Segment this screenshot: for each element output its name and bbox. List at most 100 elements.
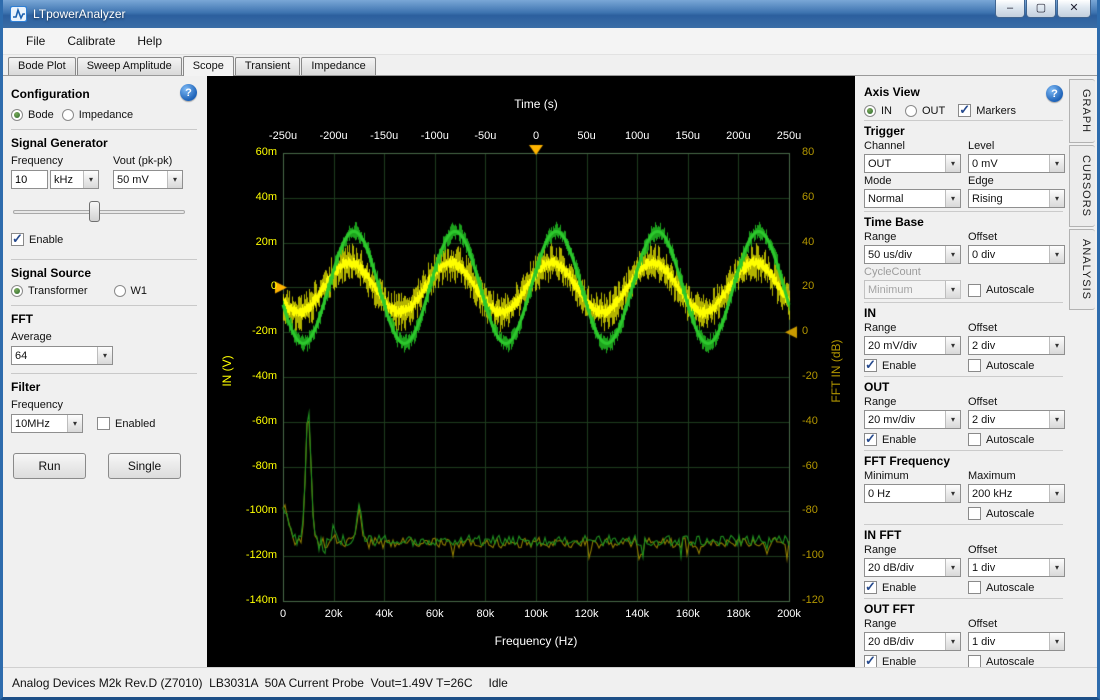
chevron-down-icon: ▾ [945,190,960,207]
checkbox-icon [968,284,981,297]
configuration-title: Configuration [11,87,90,101]
chevron-down-icon: ▾ [67,415,82,432]
tab-sweep-amplitude[interactable]: Sweep Amplitude [77,57,182,75]
amplitude-slider[interactable] [13,201,185,223]
out-fft-autoscale-checkbox[interactable]: Autoscale [968,653,1065,667]
transformer-radio[interactable]: Transformer [11,285,88,297]
in-range-select[interactable]: 20 mV/div ▾ [864,336,961,355]
bode-radio[interactable]: Bode [11,109,54,121]
out-fft-offset-select[interactable]: 1 div ▾ [968,632,1065,651]
time-base-range-label: Range [864,231,961,243]
checkbox-icon [968,507,981,520]
axis-view-out-radio[interactable]: OUT [905,105,945,117]
out-fft-enable-checkbox[interactable]: Enable [864,653,961,667]
close-button[interactable]: ✕ [1057,0,1091,18]
out-range-select[interactable]: 20 mv/div ▾ [864,410,961,429]
signal-generator-enable-checkbox[interactable]: Enable [11,233,63,246]
checkbox-icon [864,359,877,372]
filter-frequency-select[interactable]: 10MHz ▾ [11,414,83,433]
maximize-button[interactable]: ▢ [1026,0,1056,18]
menu-calibrate[interactable]: Calibrate [56,30,126,52]
minimize-button[interactable]: – [995,0,1025,18]
scope-canvas[interactable] [207,76,855,667]
trigger-mode-select[interactable]: Normal ▾ [864,189,961,208]
out-fft-range-label: Range [864,618,961,630]
chevron-down-icon: ▾ [1049,633,1064,650]
axis-view-in-radio[interactable]: IN [864,105,892,117]
markers-checkbox[interactable]: Markers [958,104,1016,117]
chevron-down-icon: ▾ [1049,246,1064,263]
side-tab-analysis[interactable]: ANALYSIS [1069,229,1095,310]
fft-frequency-autoscale-checkbox[interactable]: Autoscale [968,505,1065,521]
in-fft-range-select[interactable]: 20 dB/div ▾ [864,558,961,577]
tab-impedance[interactable]: Impedance [301,57,375,75]
in-enable-checkbox[interactable]: Enable [864,357,961,373]
out-enable-checkbox[interactable]: Enable [864,431,961,447]
chevron-down-icon: ▾ [945,155,960,172]
filter-enabled-checkbox[interactable]: Enabled [97,417,155,430]
w1-radio[interactable]: W1 [114,285,148,297]
in-fft-enable-checkbox[interactable]: Enable [864,579,961,595]
time-base-autoscale-checkbox[interactable]: Autoscale [968,282,1065,298]
menu-file[interactable]: File [15,30,56,52]
trigger-edge-select[interactable]: Rising ▾ [968,189,1065,208]
run-button[interactable]: Run [13,453,86,479]
out-offset-select[interactable]: 2 div ▾ [968,410,1065,429]
tab-bode-plot[interactable]: Bode Plot [8,57,76,75]
divider [11,373,197,374]
out-offset-label: Offset [968,396,1065,408]
tab-strip: Bode Plot Sweep Amplitude Scope Transien… [3,55,1097,76]
app-window: LTpowerAnalyzer – ▢ ✕ File Calibrate Hel… [0,0,1100,700]
fft-maximum-select[interactable]: 200 kHz ▾ [968,484,1065,503]
menu-help[interactable]: Help [126,30,173,52]
in-range-label: Range [864,322,961,334]
time-base-section: Time Base Range Offset 50 us/div ▾ 0 div… [864,211,1063,299]
impedance-radio[interactable]: Impedance [62,109,133,121]
side-tab-cursors[interactable]: CURSORS [1069,145,1095,227]
time-base-offset-select[interactable]: 0 div ▾ [968,245,1065,264]
time-base-range-select[interactable]: 50 us/div ▾ [864,245,961,264]
vout-select[interactable]: 50 mV ▾ [113,170,183,189]
trigger-level-select[interactable]: 0 mV ▾ [968,154,1065,173]
help-icon[interactable]: ? [180,84,197,101]
in-autoscale-checkbox[interactable]: Autoscale [968,357,1065,373]
frequency-input[interactable] [11,170,48,189]
single-button[interactable]: Single [108,453,181,479]
in-fft-autoscale-checkbox[interactable]: Autoscale [968,579,1065,595]
signal-source-title: Signal Source [11,266,197,280]
fft-average-select[interactable]: 64 ▾ [11,346,113,365]
in-fft-offset-select[interactable]: 1 div ▾ [968,558,1065,577]
vout-label: Vout (pk-pk) [113,155,187,167]
left-panel: Configuration ? Bode Impedance Signal Ge… [3,76,207,667]
tab-transient[interactable]: Transient [235,57,300,75]
out-fft-section: OUT FFT Range Offset 20 dB/div ▾ 1 div ▾… [864,598,1063,667]
fft-minimum-select[interactable]: 0 Hz ▾ [864,484,961,503]
checkbox-icon [864,433,877,446]
out-range-label: Range [864,396,961,408]
chevron-down-icon: ▾ [945,485,960,502]
out-title: OUT [864,380,1063,394]
slider-thumb[interactable] [89,201,100,222]
trigger-channel-select[interactable]: OUT ▾ [864,154,961,173]
status-device-info: Analog Devices M2k Rev.D (Z7010) LB3031A… [12,676,473,690]
out-autoscale-checkbox[interactable]: Autoscale [968,431,1065,447]
radio-icon [11,285,23,297]
fft-frequency-title: FFT Frequency [864,454,1063,468]
side-tab-graph[interactable]: GRAPH [1069,79,1095,143]
fft-average-label: Average [11,331,197,343]
radio-icon [11,109,23,121]
in-offset-select[interactable]: 2 div ▾ [968,336,1065,355]
chevron-down-icon: ▾ [83,171,98,188]
frequency-unit-select[interactable]: kHz ▾ [50,170,99,189]
scope-plot: Time (s) Frequency (Hz) IN (V) FFT IN (d… [207,76,855,667]
checkbox-icon [968,581,981,594]
in-fft-offset-label: Offset [968,544,1065,556]
divider [11,305,197,306]
tab-scope[interactable]: Scope [183,56,234,76]
out-fft-range-select[interactable]: 20 dB/div ▾ [864,632,961,651]
trigger-channel-label: Channel [864,140,961,152]
menubar: File Calibrate Help [3,28,1097,55]
app-icon [10,6,27,22]
help-icon[interactable]: ? [1046,85,1063,102]
time-base-title: Time Base [864,215,1063,229]
